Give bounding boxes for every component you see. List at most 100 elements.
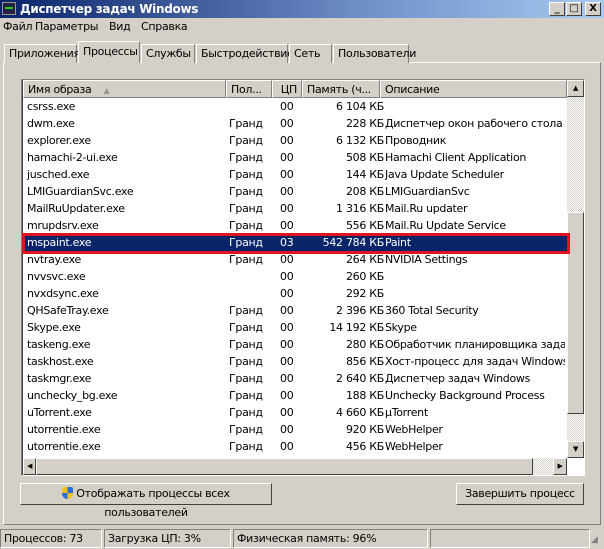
scroll-left-arrow-icon[interactable]: ◀ [23,458,36,475]
process-row[interactable]: hamachi-2-ui.exe Гранд 00 508 КБ Hamachi Cli… [23,149,567,166]
process-name: unchecky_bg.exe [27,389,118,402]
process-mem: 920 КБ [345,423,384,436]
process-row[interactable]: nvxdsync.exe 00 292 КБ [23,285,567,302]
process-row[interactable]: uTorrent.exe Гранд 00 4 660 КБ µTorrent [23,404,567,421]
process-row[interactable]: taskeng.exe Гранд 00 280 КБ Обработчик плани… [23,336,567,353]
tab-users[interactable]: Пользователи [333,44,416,63]
process-user: Гранд [229,185,263,198]
maximize-button[interactable]: □ [566,2,582,16]
column-header-cpu[interactable]: ЦП [272,80,302,98]
process-name: mrupdsrv.exe [27,219,99,232]
column-header-description[interactable]: Описание [380,80,567,98]
uac-shield-icon [62,487,74,499]
scroll-right-arrow-icon[interactable]: ▶ [553,458,567,475]
process-row[interactable]: mspaint.exe Гранд 03 542 784 КБ Paint [23,234,567,251]
process-desc: Проводник [385,134,447,147]
menu-options[interactable]: Параметры [35,20,98,33]
process-mem: 292 КБ [345,287,384,300]
vertical-scroll-thumb[interactable] [567,212,584,414]
process-name: mspaint.exe [27,236,92,249]
sort-ascending-icon: ▲ [103,86,110,95]
status-memory: Физическая память: 96% [233,529,428,548]
column-header-name[interactable]: Имя образа ▲ [23,80,226,98]
menu-view[interactable]: Вид [109,20,131,33]
tab-processes[interactable]: Процессы [78,41,140,63]
process-row[interactable]: utorrentie.exe Гранд 00 456 КБ WebHelper [23,438,567,455]
show-all-processes-button[interactable]: Отображать процессы всех пользователей [20,483,272,519]
process-mem: 2 640 КБ [336,372,384,385]
process-user: Гранд [229,134,263,147]
process-name: utorrentie.exe [27,440,101,453]
process-row[interactable]: LMIGuardianSvc.exe Гранд 00 208 КБ LMIGuardi… [23,183,567,200]
scroll-up-arrow-icon[interactable]: ▲ [567,80,584,97]
column-header-user[interactable]: Пол... [226,80,272,98]
resize-grip-icon[interactable]: ◢ [591,535,598,545]
process-desc: Диспетчер задач Windows [385,372,531,385]
process-cpu: 00 [280,100,294,113]
process-row[interactable]: unchecky_bg.exe Гранд 00 188 КБ Unchecky Bac… [23,387,567,404]
title-bar[interactable]: Диспетчер задач Windows _ □ X [0,0,604,18]
tab-network[interactable]: Сеть [289,44,332,63]
process-mem: 260 КБ [345,270,384,283]
process-user: Гранд [229,304,263,317]
process-user: Гранд [229,406,263,419]
process-row[interactable]: nvtray.exe Гранд 00 264 КБ NVIDIA Settings [23,251,567,268]
menu-file[interactable]: Файл [3,20,33,33]
process-user: Гранд [229,168,263,181]
process-desc: Hamachi Client Application [385,151,527,164]
process-name: uTorrent.exe [27,406,92,419]
process-row[interactable]: mrupdsrv.exe Гранд 00 556 КБ Mail.Ru Update … [23,217,567,234]
process-desc: Mail.Ru Update Service [385,219,506,232]
process-mem: 14 192 КБ [329,321,384,334]
process-cpu: 00 [280,253,294,266]
tab-services[interactable]: Службы [141,44,195,63]
process-cpu: 00 [280,202,294,215]
process-row[interactable]: Skype.exe Гранд 00 14 192 КБ Skype [23,319,567,336]
process-desc: 360 Total Security [385,304,479,317]
menu-help[interactable]: Справка [141,20,188,33]
process-row[interactable]: nvvsvc.exe 00 260 КБ [23,268,567,285]
process-row[interactable]: QHSafeTray.exe Гранд 00 2 396 КБ 360 Total S… [23,302,567,319]
process-mem: 1 316 КБ [336,202,384,215]
close-button[interactable]: X [585,2,601,16]
process-user: Гранд [229,253,263,266]
process-user: Гранд [229,372,263,385]
process-cpu: 00 [280,372,294,385]
process-desc: LMIGuardianSvc [385,185,470,198]
column-name-label: Имя образа [28,83,92,96]
process-cpu: 03 [280,236,294,249]
scroll-down-arrow-icon[interactable]: ▼ [567,441,584,458]
minimize-button[interactable]: _ [549,2,565,16]
process-mem: 280 КБ [345,338,384,351]
process-user: Гранд [229,440,263,453]
process-user: Гранд [229,117,263,130]
process-name: taskhost.exe [27,355,94,368]
process-row[interactable]: taskmgr.exe Гранд 00 2 640 КБ Диспетчер зада… [23,370,567,387]
process-mem: 556 КБ [345,219,384,232]
process-row[interactable]: csrss.exe 00 6 104 КБ [23,98,567,115]
process-row[interactable]: explorer.exe Гранд 00 6 132 КБ Проводник [23,132,567,149]
process-mem: 208 КБ [345,185,384,198]
horizontal-scroll-thumb[interactable] [36,458,533,475]
tab-applications[interactable]: Приложения [4,44,80,63]
tab-performance[interactable]: Быстродействие [196,44,294,63]
process-cpu: 00 [280,219,294,232]
process-row[interactable]: taskhost.exe Гранд 00 856 КБ Хост-процесс дл… [23,353,567,370]
process-user: Гранд [229,355,263,368]
end-process-button[interactable]: Завершить процесс [456,483,584,505]
process-row[interactable]: MailRuUpdater.exe Гранд 00 1 316 КБ Mail.Ru … [23,200,567,217]
window-title: Диспетчер задач Windows [20,2,199,16]
process-mem: 4 660 КБ [336,406,384,419]
process-user: Гранд [229,423,263,436]
process-name: dwm.exe [27,117,75,130]
process-mem: 6 132 КБ [336,134,384,147]
process-cpu: 00 [280,134,294,147]
process-row[interactable]: utorrentie.exe Гранд 00 920 КБ WebHelper [23,421,567,438]
process-desc: Mail.Ru updater [385,202,468,215]
process-cpu: 00 [280,185,294,198]
process-name: nvtray.exe [27,253,82,266]
process-row[interactable]: jusched.exe Гранд 00 144 КБ Java Update Sche… [23,166,567,183]
process-row[interactable]: dwm.exe Гранд 00 228 КБ Диспетчер окон рабоч… [23,115,567,132]
process-name: QHSafeTray.exe [27,304,109,317]
column-header-memory[interactable]: Память (ч... [302,80,380,98]
